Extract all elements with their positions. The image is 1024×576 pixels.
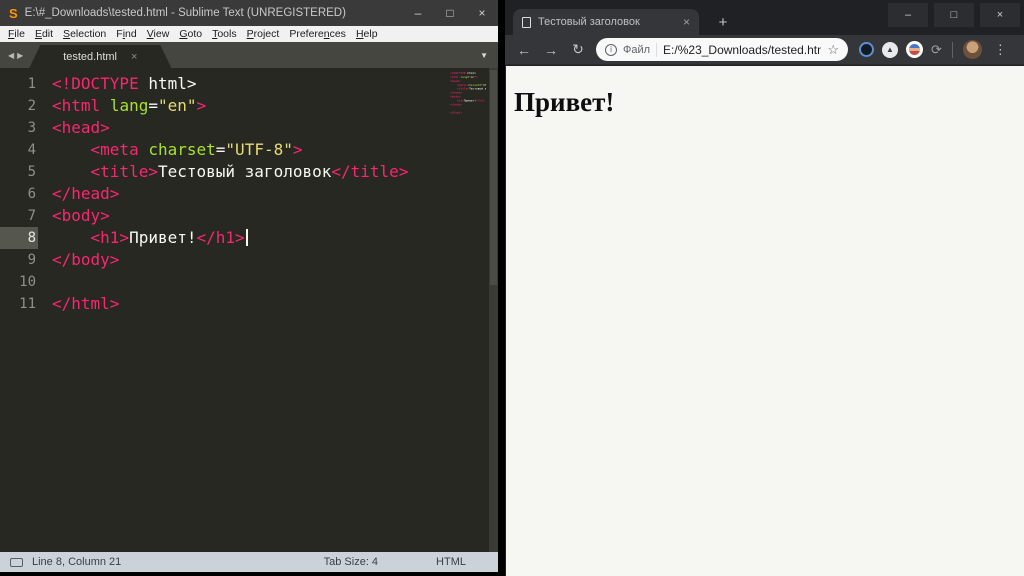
back-icon[interactable]: ← xyxy=(512,42,536,58)
code-editor[interactable]: 1234567891011 <!DOCTYPE html><html lang=… xyxy=(0,68,498,552)
line-number: 6 xyxy=(0,183,38,205)
extensions-area: ▲ ⟳ ⋮ xyxy=(859,40,1011,59)
code-line[interactable]: <h1>Привет!</h1> xyxy=(52,227,408,249)
address-bar[interactable]: i Файл E:/%23_Downloads/tested.html ☆ xyxy=(596,38,848,61)
profile-avatar[interactable] xyxy=(963,40,982,59)
status-bar: Line 8, Column 21 Tab Size: 4 HTML xyxy=(0,552,498,572)
chrome-window: Тестовый заголовок × + – □ × ← → ↻ i Фай… xyxy=(505,0,1024,576)
sublime-titlebar: S E:\#_Downloads\tested.html - Sublime T… xyxy=(0,0,498,26)
browser-viewport[interactable]: Привет! xyxy=(506,66,1024,576)
code-line[interactable]: <title>Тестовый заголовок</title> xyxy=(52,161,408,183)
maximize-icon[interactable]: □ xyxy=(434,0,466,26)
line-number: 2 xyxy=(0,95,38,117)
code-line[interactable]: <body> xyxy=(52,205,408,227)
menu-item-help[interactable]: Help xyxy=(351,28,383,40)
minimize-icon[interactable]: – xyxy=(402,0,434,26)
syntax-indicator[interactable]: HTML xyxy=(436,556,466,568)
code-line[interactable] xyxy=(52,271,408,293)
browser-tab-title: Тестовый заголовок xyxy=(538,16,676,28)
cursor-position: Line 8, Column 21 xyxy=(32,556,324,568)
extension-icon-3[interactable] xyxy=(906,41,923,58)
code-lines[interactable]: <!DOCTYPE html><html lang="en"><head> <m… xyxy=(450,71,486,115)
editor-tab-tested-html[interactable]: tested.html × xyxy=(29,45,171,68)
line-number: 4 xyxy=(0,139,38,161)
tab-scroll-left-icon[interactable]: ◀ xyxy=(8,51,14,60)
menu-item-goto[interactable]: Goto xyxy=(174,28,207,40)
extension-icon-4[interactable]: ⟳ xyxy=(931,42,942,58)
line-number: 1 xyxy=(0,73,38,95)
code-lines[interactable]: <!DOCTYPE html><html lang="en"><head> <m… xyxy=(52,73,408,315)
url-text[interactable]: E:/%23_Downloads/tested.html xyxy=(663,43,821,57)
tab-close-icon[interactable]: × xyxy=(131,51,137,63)
line-number: 9 xyxy=(0,249,38,271)
menu-item-edit[interactable]: Edit xyxy=(30,28,58,40)
code-line[interactable]: <html lang="en"> xyxy=(52,95,408,117)
line-number: 3 xyxy=(0,117,38,139)
page-info-icon[interactable]: i xyxy=(605,44,617,56)
code-line[interactable]: </html> xyxy=(52,293,408,315)
menu-item-preferences[interactable]: Preferences xyxy=(284,28,351,40)
menu-item-file[interactable]: File xyxy=(3,28,30,40)
sublime-window: S E:\#_Downloads\tested.html - Sublime T… xyxy=(0,0,498,572)
browser-tab-close-icon[interactable]: × xyxy=(683,15,690,29)
minimap[interactable]: <!DOCTYPE html><html lang="en"><head> <m… xyxy=(450,71,486,161)
tab-scroll-right-icon[interactable]: ▶ xyxy=(17,51,23,60)
line-number-gutter: 1234567891011 xyxy=(0,73,38,315)
browser-tab-strip: Тестовый заголовок × + – □ × xyxy=(505,0,1024,35)
window-title: E:\#_Downloads\tested.html - Sublime Tex… xyxy=(25,7,346,19)
line-number: 8 xyxy=(0,227,38,249)
bookmark-star-icon[interactable]: ☆ xyxy=(827,42,839,58)
browser-menu-icon[interactable]: ⋮ xyxy=(994,42,1007,58)
omnibox-divider xyxy=(656,43,657,57)
scheme-chip: Файл xyxy=(623,44,650,56)
line-number: 5 xyxy=(0,161,38,183)
menu-item-find[interactable]: Find xyxy=(111,28,141,40)
extension-icon-2[interactable]: ▲ xyxy=(882,42,898,58)
reload-icon[interactable]: ↻ xyxy=(566,41,590,58)
code-line[interactable]: </body> xyxy=(52,249,408,271)
sublime-logo-icon: S xyxy=(9,6,18,21)
menu-bar: FileEditSelectionFindViewGotoToolsProjec… xyxy=(0,26,498,42)
new-tab-button[interactable]: + xyxy=(711,10,735,34)
editor-tab-bar: ◀ ▶ tested.html × ▼ xyxy=(0,42,498,68)
menu-item-selection[interactable]: Selection xyxy=(58,28,111,40)
line-number: 7 xyxy=(0,205,38,227)
line-number: 10 xyxy=(0,271,38,293)
menu-item-project[interactable]: Project xyxy=(242,28,285,40)
tab-overflow-icon[interactable]: ▼ xyxy=(480,51,488,60)
tab-size-indicator[interactable]: Tab Size: 4 xyxy=(324,556,378,568)
browser-close-icon[interactable]: × xyxy=(980,3,1020,27)
line-number: 11 xyxy=(0,293,38,315)
menu-item-view[interactable]: View xyxy=(142,28,175,40)
close-icon[interactable]: × xyxy=(466,0,498,26)
browser-toolbar: ← → ↻ i Файл E:/%23_Downloads/tested.htm… xyxy=(505,35,1024,65)
toolbar-divider xyxy=(952,42,953,58)
code-line[interactable]: </head> xyxy=(52,183,408,205)
browser-maximize-icon[interactable]: □ xyxy=(934,3,974,27)
code-line[interactable]: </html> xyxy=(450,111,486,115)
code-line[interactable]: <!DOCTYPE html> xyxy=(52,73,408,95)
page-heading: Привет! xyxy=(514,87,1016,118)
browser-tab[interactable]: Тестовый заголовок × xyxy=(513,9,699,35)
browser-minimize-icon[interactable]: – xyxy=(888,3,928,27)
forward-icon[interactable]: → xyxy=(539,42,563,58)
editor-scrollbar-thumb[interactable] xyxy=(490,70,497,285)
editor-scrollbar[interactable] xyxy=(489,68,498,552)
panel-toggle-icon[interactable] xyxy=(10,558,23,567)
extension-icon-1[interactable] xyxy=(859,42,874,57)
menu-item-tools[interactable]: Tools xyxy=(207,28,242,40)
code-line[interactable]: <meta charset="UTF-8"> xyxy=(52,139,408,161)
code-line[interactable]: <head> xyxy=(52,117,408,139)
editor-tab-label: tested.html xyxy=(63,51,117,63)
page-file-icon xyxy=(522,17,531,28)
text-cursor xyxy=(246,229,248,246)
